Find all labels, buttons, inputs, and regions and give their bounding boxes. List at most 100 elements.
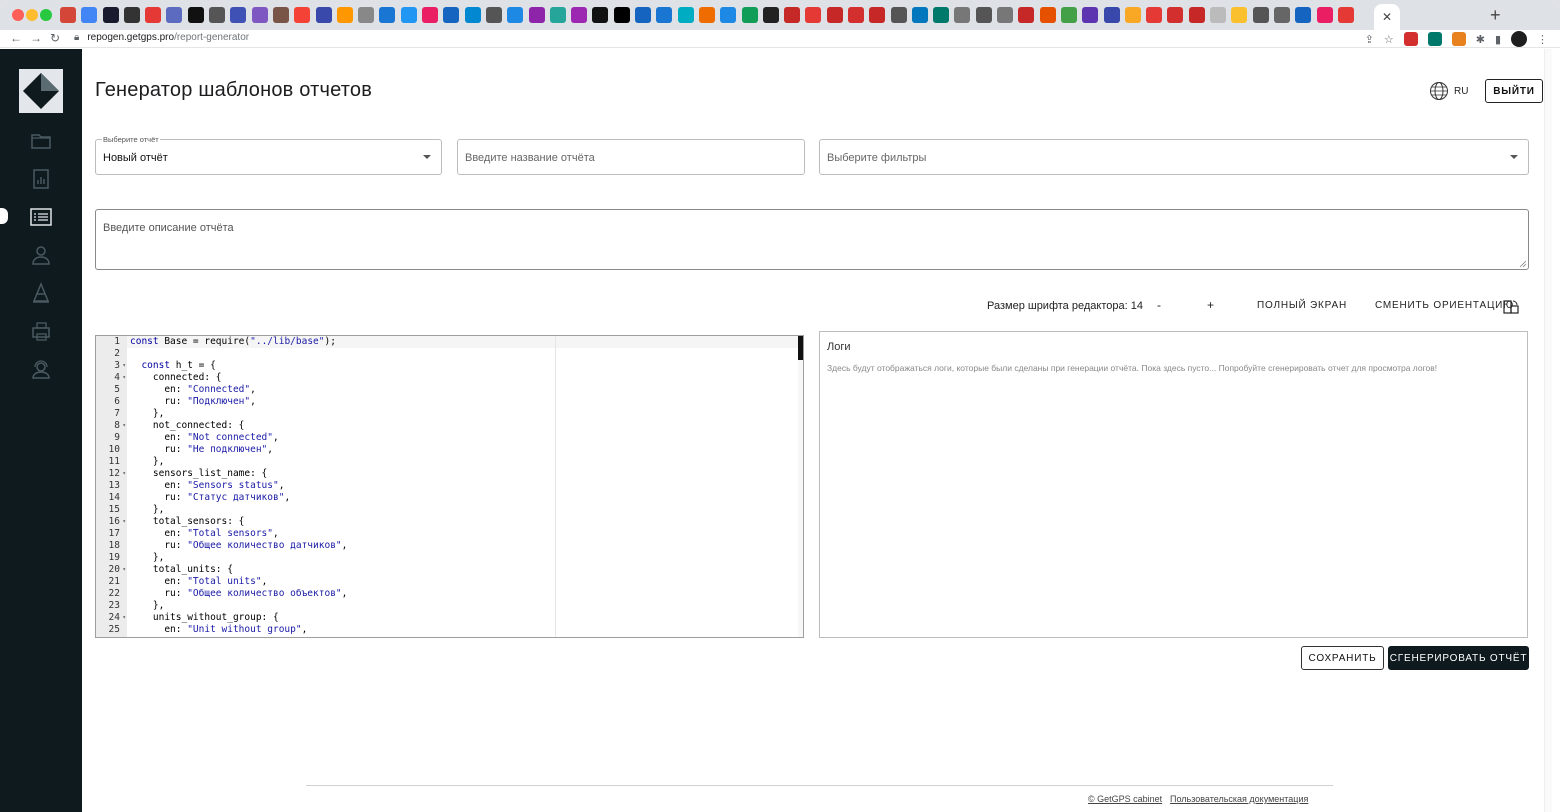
extension-icon[interactable] <box>1427 32 1442 46</box>
resize-handle-icon[interactable] <box>1519 260 1527 268</box>
footer-docs-link[interactable]: Пользовательская документация <box>1170 794 1308 804</box>
tab-favicon-icon[interactable] <box>741 7 758 23</box>
tab-favicon-icon[interactable] <box>528 7 545 23</box>
tab-favicon-icon[interactable] <box>209 7 226 23</box>
report-select[interactable]: Выберите отчёт Новый отчёт <box>95 136 442 175</box>
tab-favicon-icon[interactable] <box>549 7 566 23</box>
tab-favicon-icon[interactable] <box>81 7 98 23</box>
tab-favicon-icon[interactable] <box>422 7 439 23</box>
language-switcher[interactable]: RU <box>1429 81 1468 101</box>
change-orientation-button[interactable]: СМЕНИТЬ ОРИЕНТАЦИЮ <box>1375 300 1514 311</box>
rotate-orientation-icon[interactable] <box>1503 299 1519 315</box>
report-icon[interactable] <box>29 167 53 191</box>
tab-favicon-icon[interactable] <box>1295 7 1312 23</box>
tab-favicon-icon[interactable] <box>698 7 715 23</box>
tab-favicon-icon[interactable] <box>954 7 971 23</box>
list-icon[interactable] <box>29 205 53 229</box>
puzzle-icon[interactable]: ✱ <box>1476 33 1485 46</box>
tab-favicon-icon[interactable] <box>507 7 524 23</box>
support-agent-icon[interactable] <box>29 357 53 381</box>
tab-favicon-icon[interactable] <box>1018 7 1035 23</box>
tab-favicon-icon[interactable] <box>60 7 76 23</box>
tab-favicon-icon[interactable] <box>1146 7 1163 23</box>
save-button[interactable]: СОХРАНИТЬ <box>1301 646 1384 670</box>
generate-report-button[interactable]: СГЕНЕРИРОВАТЬ ОТЧЁТ <box>1388 646 1529 670</box>
tab-favicon-icon[interactable] <box>485 7 502 23</box>
tab-favicon-icon[interactable] <box>123 7 140 23</box>
address-bar[interactable]: 🔒︎ repogen.getgps.pro/report-generator <box>74 32 249 43</box>
tab-favicon-icon[interactable] <box>656 7 673 23</box>
tab-favicon-icon[interactable] <box>315 7 332 23</box>
fold-arrow-icon[interactable]: ▾ <box>122 360 126 372</box>
tab-favicon-icon[interactable] <box>1188 7 1205 23</box>
tab-favicon-icon[interactable] <box>933 7 950 23</box>
fullscreen-button[interactable]: ПОЛНЫЙ ЭКРАН <box>1257 300 1347 311</box>
tab-favicon-icon[interactable] <box>847 7 864 23</box>
kebab-menu-icon[interactable]: ⋮ <box>1537 33 1548 46</box>
tab-favicon-icon[interactable] <box>1039 7 1056 23</box>
tab-favicon-icon[interactable] <box>571 7 588 23</box>
tab-favicon-icon[interactable] <box>613 7 630 23</box>
tab-favicon-icon[interactable] <box>166 7 183 23</box>
report-name-input[interactable]: Введите название отчёта <box>457 139 805 175</box>
tab-favicon-icon[interactable] <box>400 7 417 23</box>
tab-favicon-icon[interactable] <box>826 7 843 23</box>
bookmark-star-icon[interactable]: ☆ <box>1384 33 1394 46</box>
tab-favicon-icon[interactable] <box>251 7 268 23</box>
sidepanel-icon[interactable]: ▮ <box>1495 33 1501 46</box>
tab-favicon-icon[interactable] <box>677 7 694 23</box>
tab-favicon-icon[interactable] <box>187 7 204 23</box>
fold-arrow-icon[interactable]: ▾ <box>122 516 126 528</box>
fold-arrow-icon[interactable]: ▾ <box>122 420 126 432</box>
minimize-window-button[interactable] <box>26 9 38 21</box>
back-arrow-icon[interactable]: ← <box>10 31 22 45</box>
forward-arrow-icon[interactable]: → <box>30 31 42 45</box>
tab-favicon-icon[interactable] <box>720 7 737 23</box>
font-increase-button[interactable]: + <box>1207 298 1215 312</box>
close-window-button[interactable] <box>12 9 24 21</box>
tab-favicon-icon[interactable] <box>1103 7 1120 23</box>
extension-icon[interactable] <box>1403 32 1418 46</box>
tab-favicon-icon[interactable] <box>1060 7 1077 23</box>
tab-favicon-icon[interactable] <box>784 7 801 23</box>
tab-favicon-icon[interactable] <box>1082 7 1099 23</box>
tab-favicon-icon[interactable] <box>1210 7 1227 23</box>
printer-icon[interactable] <box>29 319 53 343</box>
tab-favicon-icon[interactable] <box>869 7 886 23</box>
tab-favicon-icon[interactable] <box>911 7 928 23</box>
editor-scrollbar-thumb[interactable] <box>798 336 803 360</box>
app-logo[interactable] <box>19 69 63 113</box>
tab-favicon-icon[interactable] <box>294 7 311 23</box>
profile-avatar[interactable] <box>1511 31 1527 47</box>
tab-favicon-icon[interactable] <box>1252 7 1269 23</box>
fold-arrow-icon[interactable]: ▾ <box>122 612 126 624</box>
tab-favicon-icon[interactable] <box>272 7 289 23</box>
tab-favicon-icon[interactable] <box>1337 7 1354 23</box>
page-scrollbar[interactable] <box>1544 49 1552 812</box>
filters-select[interactable]: Выберите фильтры <box>819 139 1529 175</box>
active-tab[interactable]: ✕ <box>1374 4 1400 30</box>
tab-favicon-icon[interactable] <box>358 7 375 23</box>
tab-favicon-icon[interactable] <box>464 7 481 23</box>
footer-copyright-link[interactable]: © GetGPS cabinet <box>1088 794 1162 804</box>
tab-favicon-icon[interactable] <box>230 7 247 23</box>
tab-favicon-icon[interactable] <box>1167 7 1184 23</box>
new-tab-button[interactable]: + <box>1490 5 1501 26</box>
tab-favicon-icon[interactable] <box>592 7 609 23</box>
tab-favicon-icon[interactable] <box>1124 7 1141 23</box>
folder-icon[interactable] <box>29 129 53 153</box>
tab-favicon-icon[interactable] <box>336 7 353 23</box>
tab-favicon-icon[interactable] <box>805 7 822 23</box>
tab-favicon-icon[interactable] <box>1316 7 1333 23</box>
code-editor[interactable]: 1 2 3 ▾ 4 ▾ 5 6 7 8 ▾ 9 10 11 12 ▾ 13 14 15 16 ▾ 17 18 19 20 ▾ 21 2… <box>95 335 804 638</box>
fold-arrow-icon[interactable]: ▾ <box>122 372 126 384</box>
tab-favicon-icon[interactable] <box>975 7 992 23</box>
tab-favicon-icon[interactable] <box>1273 7 1290 23</box>
tab-favicon-icon[interactable] <box>890 7 907 23</box>
tab-favicon-icon[interactable] <box>379 7 396 23</box>
tab-favicon-icon[interactable] <box>1231 7 1248 23</box>
share-icon[interactable]: ⇪ <box>1365 33 1374 46</box>
tab-favicon-icon[interactable] <box>635 7 652 23</box>
tab-favicon-icon[interactable] <box>145 7 162 23</box>
fold-arrow-icon[interactable]: ▾ <box>122 564 126 576</box>
